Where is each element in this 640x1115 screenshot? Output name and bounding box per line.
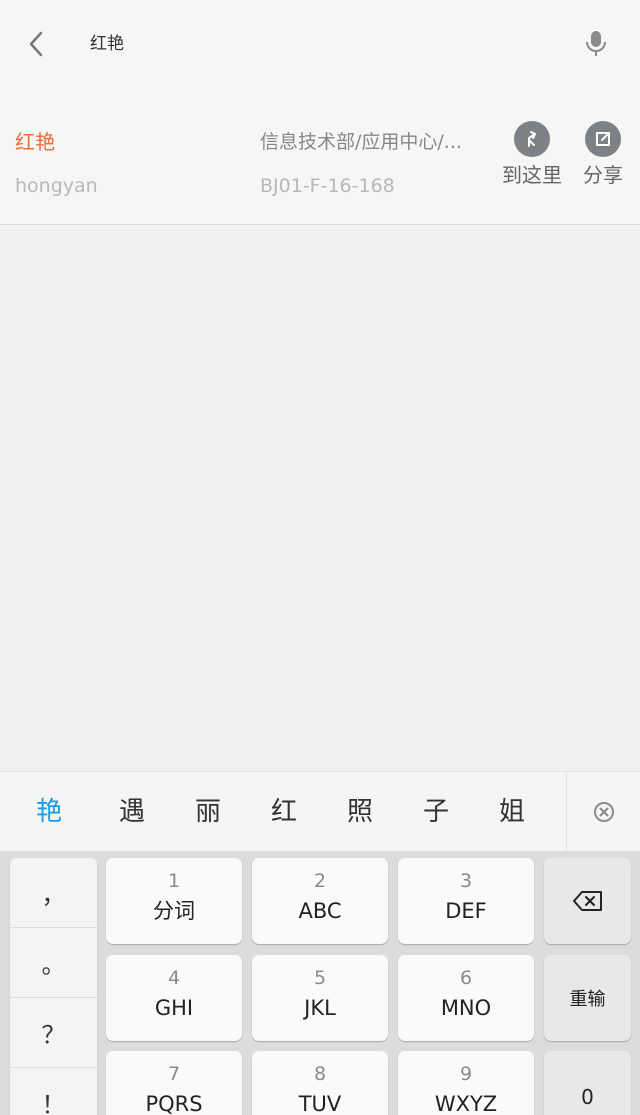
key-number: 7 [167, 1063, 181, 1085]
result-name: 红艳 [15, 130, 55, 154]
key-letters: ABC [298, 899, 342, 923]
key-letters: PQRS [145, 1092, 203, 1115]
ime-candidate-bar: 艳 遇 丽 红 照 子 姐 [0, 771, 640, 852]
share-label: 分享 [583, 163, 623, 187]
key-letters: MNO [440, 996, 492, 1020]
candidate-word[interactable]: 艳 [24, 794, 74, 830]
microphone-icon [586, 31, 606, 56]
key-letters: TUV [298, 1092, 342, 1115]
key-9[interactable]: 9 WXYZ [398, 1051, 534, 1115]
result-pinyin: hongyan [15, 175, 98, 197]
candidate-word[interactable]: 照 [335, 794, 385, 830]
key-3[interactable]: 3 DEF [398, 858, 534, 944]
key-number: 8 [313, 1063, 327, 1085]
divider [566, 772, 567, 852]
retype-key[interactable]: 重输 [544, 955, 631, 1041]
direction-icon [514, 121, 550, 157]
voice-input-button[interactable] [572, 22, 620, 66]
share-button[interactable]: 分享 [583, 121, 623, 188]
back-button[interactable] [14, 22, 58, 66]
backspace-icon [572, 891, 602, 911]
key-letters: GHI [154, 996, 194, 1020]
key-number: 1 [167, 870, 181, 892]
candidate-word[interactable]: 子 [411, 794, 461, 830]
key-4[interactable]: 4 GHI [106, 955, 242, 1041]
t9-keyboard: ， 。 ？ ！ 1 分词 2 ABC 3 DEF 4 GHI 5 JKL 6 M… [0, 851, 640, 1115]
candidate-word[interactable]: 遇 [107, 794, 157, 830]
search-bar: 红艳 [0, 0, 640, 88]
result-room: BJ01-F-16-168 [260, 175, 395, 197]
navigate-label: 到这里 [502, 163, 562, 187]
punct-question[interactable]: ？ [10, 998, 97, 1068]
punct-period[interactable]: 。 [10, 928, 97, 998]
candidate-word[interactable]: 红 [259, 794, 309, 830]
result-department: 信息技术部/应用中心/... [260, 131, 462, 153]
result-item[interactable]: 红艳 hongyan 信息技术部/应用中心/... BJ01-F-16-168 … [0, 88, 640, 225]
candidate-word[interactable]: 姐 [487, 794, 537, 830]
punct-exclamation[interactable]: ！ [10, 1068, 97, 1115]
candidate-word[interactable]: 丽 [183, 794, 233, 830]
key-8[interactable]: 8 TUV [252, 1051, 388, 1115]
punctuation-list[interactable]: ， 。 ？ ！ [10, 858, 97, 1115]
key-0[interactable]: 0 [544, 1051, 631, 1115]
key-number: 9 [459, 1063, 473, 1085]
key-number: 3 [459, 870, 473, 892]
key-1[interactable]: 1 分词 [106, 858, 242, 944]
chevron-left-icon [29, 31, 43, 57]
key-letters: DEF [445, 899, 487, 923]
key-7[interactable]: 7 PQRS [106, 1051, 242, 1115]
key-number: 5 [313, 967, 327, 989]
backspace-key[interactable] [544, 858, 631, 944]
key-6[interactable]: 6 MNO [398, 955, 534, 1041]
punct-comma[interactable]: ， [10, 858, 97, 928]
key-2[interactable]: 2 ABC [252, 858, 388, 944]
key-number: 4 [167, 967, 181, 989]
key-number: 6 [459, 967, 473, 989]
share-icon [585, 121, 621, 157]
key-letters: JKL [304, 996, 336, 1020]
search-input[interactable]: 红艳 [90, 32, 124, 56]
key-letters: 分词 [153, 899, 195, 923]
key-5[interactable]: 5 JKL [252, 955, 388, 1041]
key-letters: WXYZ [434, 1092, 498, 1115]
close-candidates-icon[interactable] [590, 798, 618, 826]
key-number: 2 [313, 870, 327, 892]
navigate-here-button[interactable]: 到这里 [502, 121, 562, 188]
